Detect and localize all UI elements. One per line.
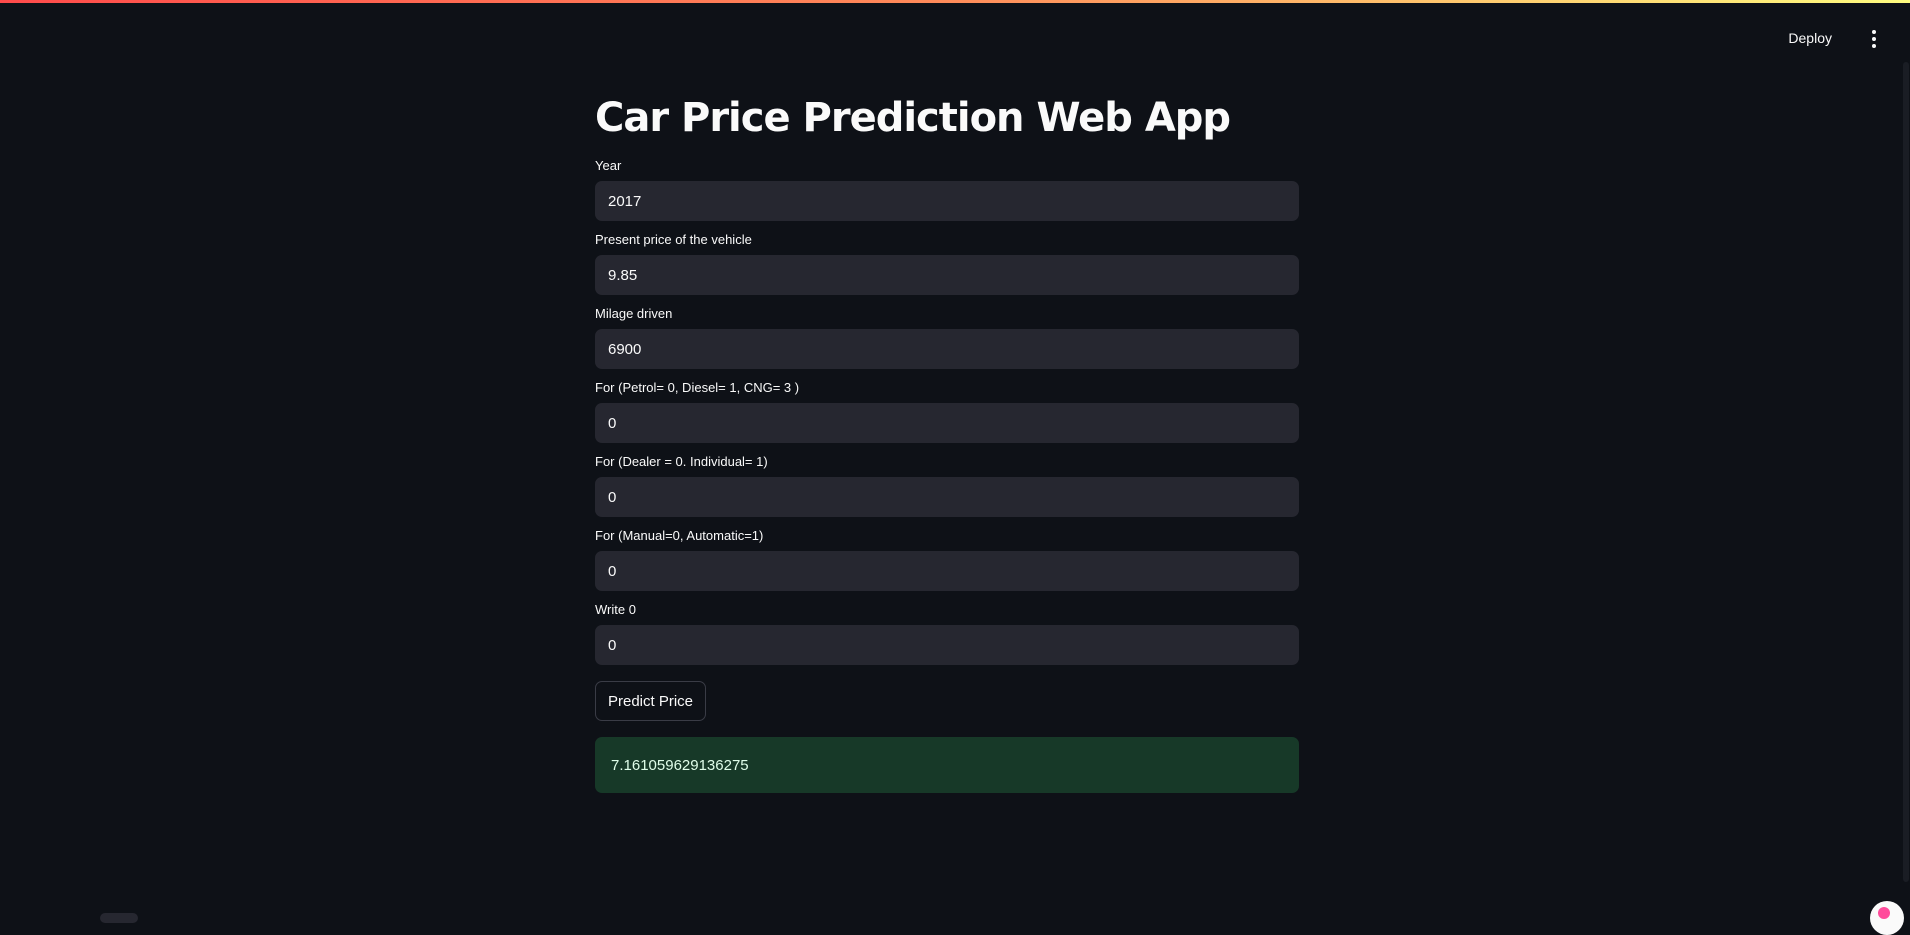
present-price-label: Present price of the vehicle <box>595 229 1299 251</box>
seller-type-label: For (Dealer = 0. Individual= 1) <box>595 451 1299 473</box>
write-zero-label: Write 0 <box>595 599 1299 621</box>
predict-price-button[interactable]: Predict Price <box>595 681 706 721</box>
year-input[interactable] <box>595 181 1299 221</box>
milage-label: Milage driven <box>595 303 1299 325</box>
milage-input[interactable] <box>595 329 1299 369</box>
bottom-left-toggle[interactable] <box>100 913 138 923</box>
app-header: Deploy <box>0 3 1910 73</box>
deploy-button[interactable]: Deploy <box>1780 26 1840 50</box>
seller-type-field: For (Dealer = 0. Individual= 1) <box>595 451 1299 517</box>
transmission-field: For (Manual=0, Automatic=1) <box>595 525 1299 591</box>
streamlit-badge-icon[interactable] <box>1870 901 1904 935</box>
scrollbar-thumb[interactable] <box>1903 62 1909 882</box>
milage-field: Milage driven <box>595 303 1299 369</box>
main-menu-button[interactable] <box>1866 27 1882 51</box>
fuel-type-label: For (Petrol= 0, Diesel= 1, CNG= 3 ) <box>595 377 1299 399</box>
prediction-result-text: 7.161059629136275 <box>611 757 749 774</box>
write-zero-field: Write 0 <box>595 599 1299 665</box>
main-content: Car Price Prediction Web App Year Presen… <box>595 90 1299 793</box>
fuel-type-input[interactable] <box>595 403 1299 443</box>
present-price-field: Present price of the vehicle <box>595 229 1299 295</box>
vertical-ellipsis-icon <box>1872 30 1876 48</box>
page-scrollbar[interactable] <box>1902 60 1910 917</box>
transmission-label: For (Manual=0, Automatic=1) <box>595 525 1299 547</box>
fuel-type-field: For (Petrol= 0, Diesel= 1, CNG= 3 ) <box>595 377 1299 443</box>
page-title: Car Price Prediction Web App <box>595 90 1299 147</box>
write-zero-input[interactable] <box>595 625 1299 665</box>
present-price-input[interactable] <box>595 255 1299 295</box>
year-label: Year <box>595 155 1299 177</box>
seller-type-input[interactable] <box>595 477 1299 517</box>
prediction-result-box: 7.161059629136275 <box>595 737 1299 793</box>
year-field: Year <box>595 155 1299 221</box>
transmission-input[interactable] <box>595 551 1299 591</box>
